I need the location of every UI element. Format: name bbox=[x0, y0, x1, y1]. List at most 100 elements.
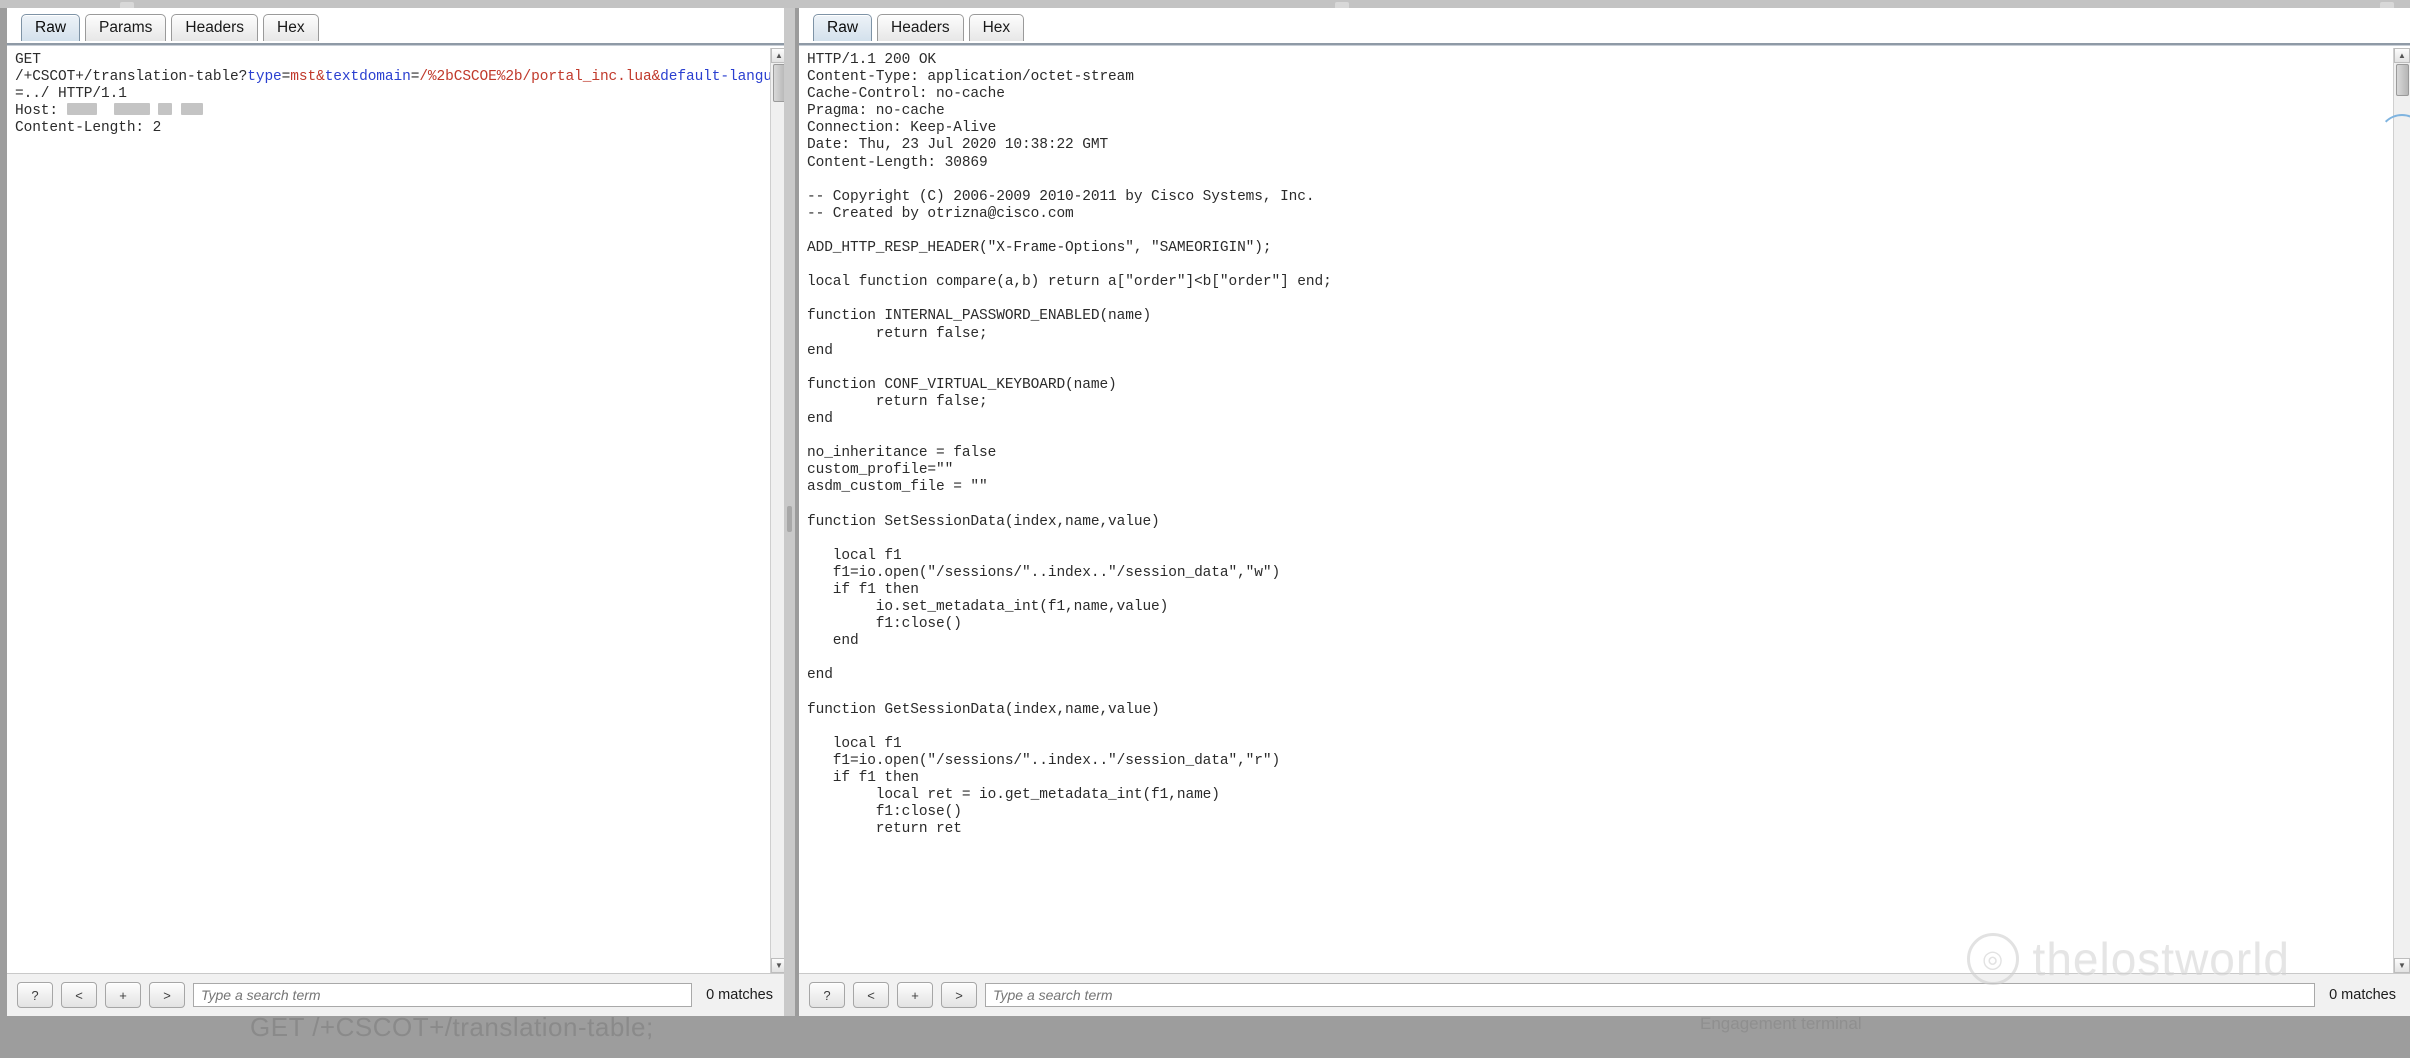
response-body-line: f1=io.open("/sessions/"..index.."/sessio… bbox=[807, 752, 1281, 769]
response-body-area: HTTP/1.1 200 OK Content-Type: application… bbox=[799, 48, 2410, 973]
request-help-button[interactable]: ? bbox=[17, 982, 53, 1008]
request-token: /+CSCOT+/translation-table? bbox=[15, 69, 248, 86]
request-token: & bbox=[316, 69, 325, 86]
response-body-line bbox=[807, 531, 2387, 548]
response-body-line: no_inheritance = false bbox=[807, 445, 997, 462]
request-token: Host: bbox=[15, 103, 59, 120]
response-add-search-button[interactable]: + bbox=[897, 982, 933, 1008]
response-body-line: return false; bbox=[807, 393, 988, 410]
request-next-match-button[interactable]: > bbox=[149, 982, 185, 1008]
request-tabbar: Raw Params Headers Hex bbox=[7, 8, 787, 42]
tab-request-headers[interactable]: Headers bbox=[171, 14, 259, 42]
response-body-line: function SetSessionData(index,name,value… bbox=[807, 513, 1160, 530]
tab-response-headers[interactable]: Headers bbox=[877, 14, 964, 42]
response-body-line: local ret = io.get_metadata_int(f1,name) bbox=[807, 787, 1220, 804]
request-token: Content-Length: 2 bbox=[15, 120, 162, 137]
response-prev-match-button[interactable]: < bbox=[853, 982, 889, 1008]
response-body-line: if f1 then bbox=[807, 581, 919, 598]
response-body-line bbox=[807, 257, 2387, 274]
response-body-line: function CONF_VIRTUAL_KEYBOARD(name) bbox=[807, 376, 1117, 393]
request-token bbox=[97, 103, 114, 119]
request-token: /%2bCSCOE%2b/portal_inc.lua bbox=[419, 69, 652, 86]
response-body-line: function GetSessionData(index,name,value… bbox=[807, 701, 1160, 718]
scroll-up-arrow-icon[interactable]: ▲ bbox=[2394, 48, 2410, 63]
request-add-search-button[interactable]: + bbox=[105, 982, 141, 1008]
response-search-toolbar: ? < + > 0 matches bbox=[799, 973, 2410, 1016]
response-body-line: f1:close() bbox=[807, 616, 962, 633]
window-bottom-chrome-strip: GET /+CSCOT+/translation-table; Engageme… bbox=[0, 1016, 2410, 1058]
response-tab-underline bbox=[799, 41, 2410, 48]
request-search-input[interactable] bbox=[193, 983, 693, 1007]
response-body-line: -- Created by otrizna@cisco.com bbox=[807, 205, 1074, 222]
response-body-line: f1:close() bbox=[807, 804, 962, 821]
request-panel: Raw Params Headers Hex GET/+CSCOT+/trans… bbox=[0, 8, 790, 1016]
request-token: mst bbox=[290, 69, 317, 86]
response-raw-text[interactable]: HTTP/1.1 200 OK Content-Type: application… bbox=[799, 48, 2393, 973]
response-body-line: local f1 bbox=[807, 547, 902, 564]
splitter-grip[interactable] bbox=[787, 506, 792, 532]
response-status-line: HTTP/1.1 200 OK bbox=[807, 52, 937, 68]
response-header-line: Date: Thu, 23 Jul 2020 10:38:22 GMT bbox=[807, 137, 1109, 154]
response-header-line: Cache-Control: no-cache bbox=[807, 86, 1005, 103]
request-token: = bbox=[281, 69, 291, 86]
response-header-line: Content-Type: application/octet-stream bbox=[807, 69, 1134, 86]
response-body-line bbox=[807, 684, 2387, 701]
response-next-match-button[interactable]: > bbox=[941, 982, 977, 1008]
response-body-line: if f1 then bbox=[807, 769, 919, 786]
response-body-line: end bbox=[807, 633, 859, 650]
response-body-line bbox=[807, 223, 2387, 240]
response-search-input[interactable] bbox=[985, 983, 2316, 1007]
response-body-line bbox=[807, 719, 2387, 736]
request-token bbox=[58, 103, 67, 119]
response-body-line bbox=[807, 428, 2387, 445]
response-body-line: custom_profile="" bbox=[807, 462, 954, 479]
response-body-line: return ret bbox=[807, 821, 962, 838]
request-line: Content-Length: 2 bbox=[15, 120, 764, 137]
tab-request-raw[interactable]: Raw bbox=[21, 14, 81, 42]
response-body-line: local f1 bbox=[807, 735, 902, 752]
tab-response-raw[interactable]: Raw bbox=[813, 14, 873, 42]
request-token bbox=[172, 103, 181, 119]
response-header-line: Connection: Keep-Alive bbox=[807, 120, 997, 137]
request-raw-text[interactable]: GET/+CSCOT+/translation-table?type=mst&t… bbox=[7, 48, 770, 973]
response-body-line bbox=[807, 496, 2387, 513]
response-body-line: -- Copyright (C) 2006-2009 2010-2011 by … bbox=[807, 188, 1315, 205]
request-token: default-language bbox=[660, 69, 770, 86]
bottom-ghost-text: GET /+CSCOT+/translation-table; bbox=[250, 1016, 654, 1042]
response-body-line: ADD_HTTP_RESP_HEADER("X-Frame-Options", … bbox=[807, 240, 1272, 257]
response-panel: Raw Headers Hex HTTP/1.1 200 OK Content-T… bbox=[795, 8, 2410, 1016]
request-line: GET bbox=[15, 52, 764, 69]
scrollbar-thumb[interactable] bbox=[2396, 64, 2409, 96]
scroll-down-arrow-icon[interactable]: ▼ bbox=[2394, 958, 2410, 973]
response-body-line bbox=[807, 291, 2387, 308]
request-prev-match-button[interactable]: < bbox=[61, 982, 97, 1008]
response-body-line: end bbox=[807, 342, 833, 359]
redacted-value bbox=[66, 103, 97, 116]
request-line: /+CSCOT+/translation-table?type=mst&text… bbox=[15, 69, 770, 86]
request-token: textdomain bbox=[324, 69, 411, 86]
response-header-line: Content-Length: 30869 bbox=[807, 154, 988, 171]
tab-request-hex[interactable]: Hex bbox=[263, 14, 319, 42]
panel-splitter[interactable] bbox=[784, 8, 795, 1016]
request-match-count: 0 matches bbox=[706, 987, 773, 1003]
request-token: type bbox=[247, 69, 282, 86]
response-blank-line bbox=[807, 172, 2387, 189]
tab-response-hex[interactable]: Hex bbox=[968, 14, 1025, 42]
response-body-line: local function compare(a,b) return a["or… bbox=[807, 274, 1332, 291]
request-line: =../ HTTP/1.1 bbox=[15, 86, 764, 103]
response-header-line: Pragma: no-cache bbox=[807, 103, 945, 120]
response-help-button[interactable]: ? bbox=[809, 982, 845, 1008]
response-body-line: function INTERNAL_PASSWORD_ENABLED(name) bbox=[807, 308, 1152, 325]
redacted-value bbox=[181, 103, 204, 116]
redacted-value bbox=[158, 103, 173, 116]
response-vertical-scrollbar[interactable]: ▲ ▼ bbox=[2393, 48, 2410, 973]
request-line: Host: bbox=[15, 103, 764, 120]
response-body-line bbox=[807, 360, 2387, 377]
redacted-value bbox=[113, 103, 150, 116]
response-match-count: 0 matches bbox=[2329, 987, 2396, 1003]
request-token: =../ HTTP/1.1 bbox=[15, 86, 127, 103]
tab-request-params[interactable]: Params bbox=[85, 14, 167, 42]
response-body-line: end bbox=[807, 410, 833, 427]
response-body-line: f1=io.open("/sessions/"..index.."/sessio… bbox=[807, 564, 1281, 581]
bottom-ghost-text-secondary: Engagement terminal bbox=[1700, 1016, 1862, 1033]
